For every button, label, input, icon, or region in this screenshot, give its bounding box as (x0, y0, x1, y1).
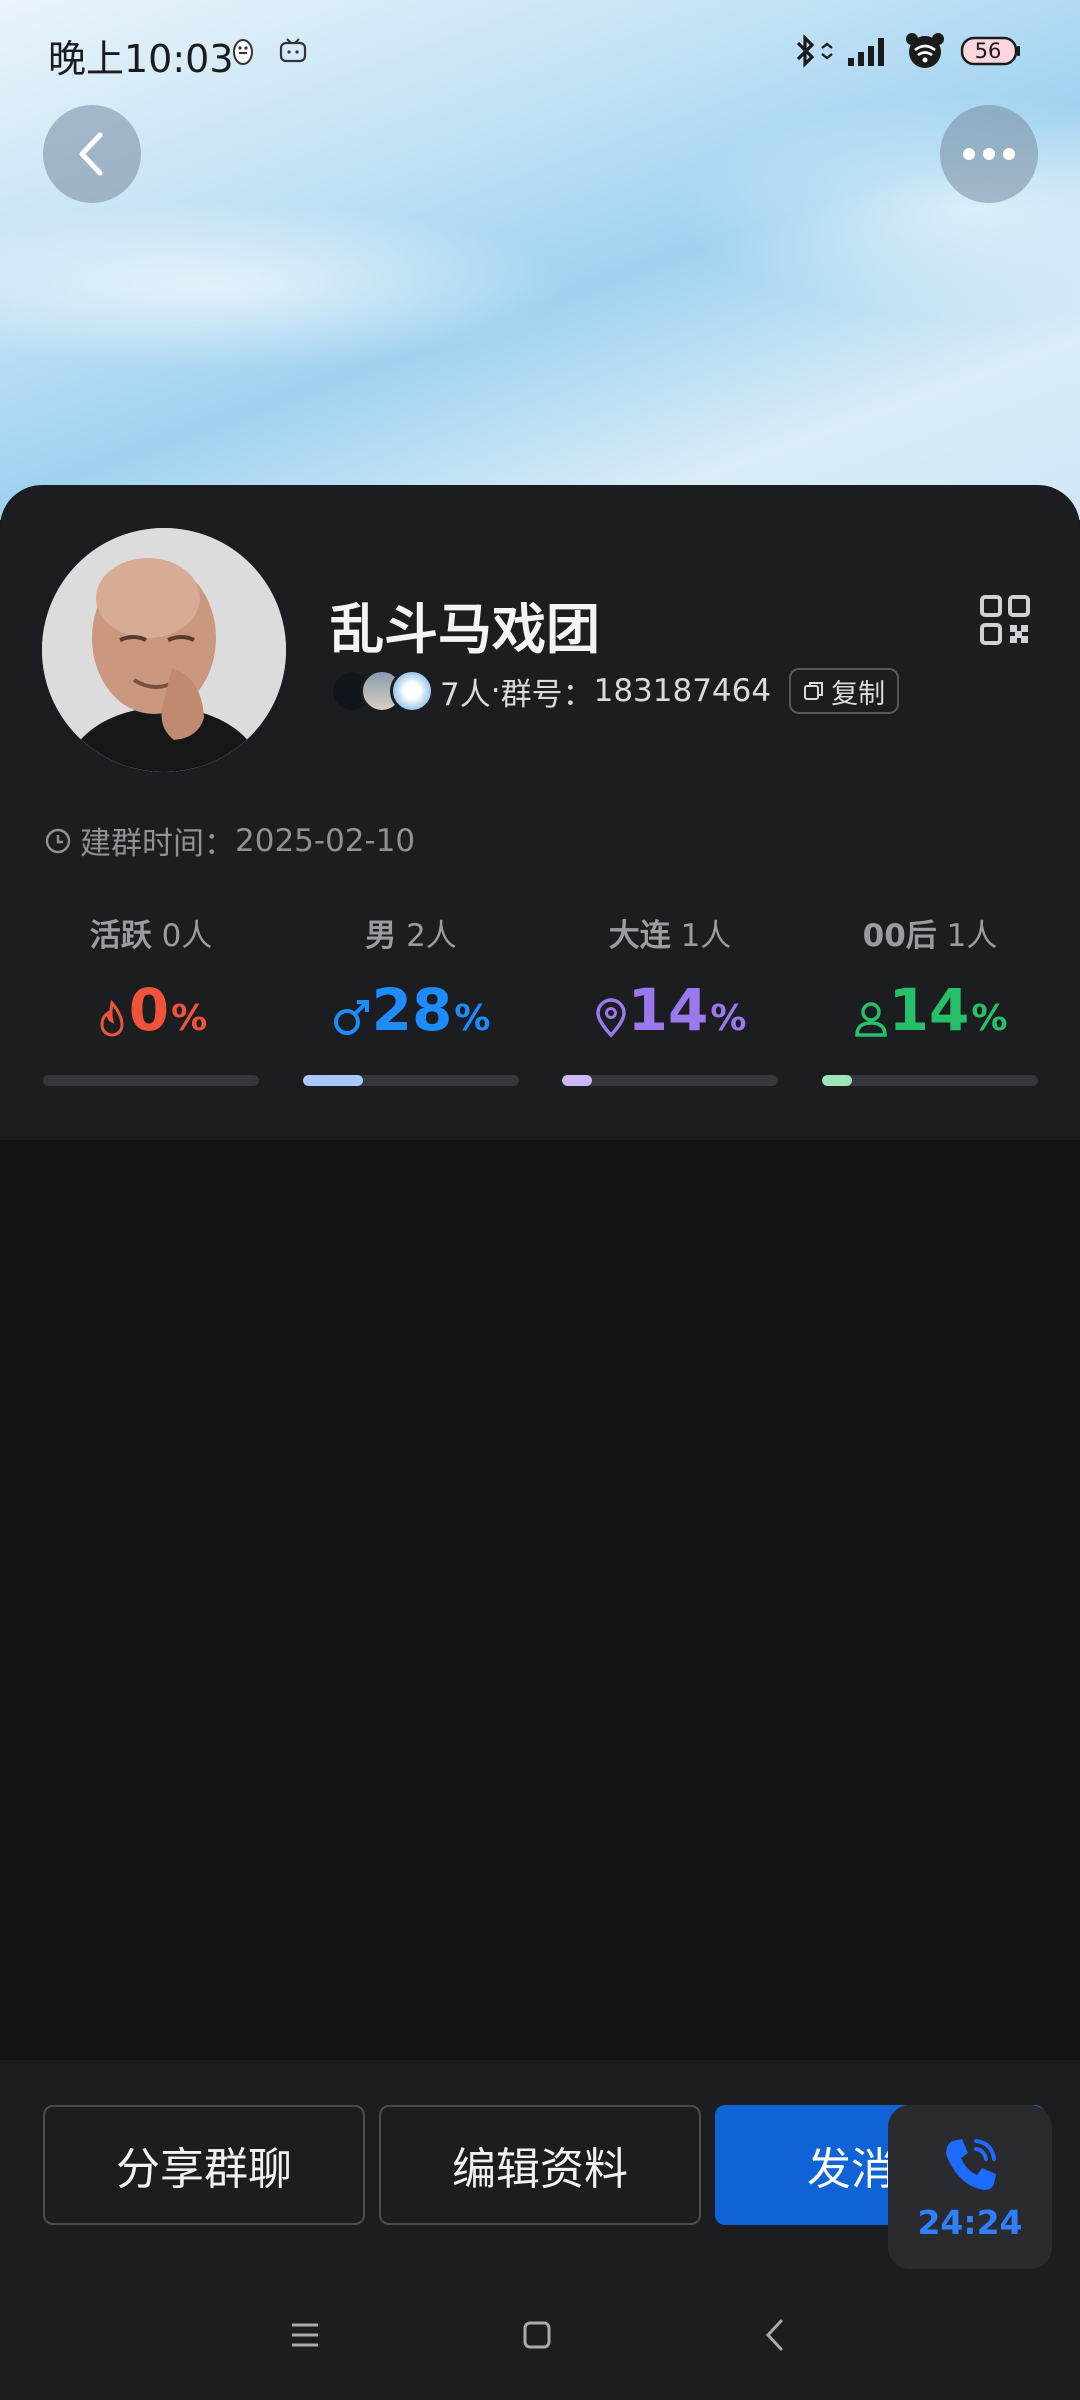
qr-code-icon (980, 595, 1030, 645)
member-avatar (390, 669, 434, 713)
location-pin-icon (595, 998, 626, 1038)
copy-label: 复制 (831, 678, 886, 710)
nav-home-button[interactable] (512, 2310, 562, 2360)
male-icon (333, 1000, 369, 1035)
created-date: 2025-02-10 (235, 822, 416, 859)
creation-date-row: 建群时间： 2025-02-10 (44, 818, 415, 863)
stat-active: 活跃 0人 0% (43, 910, 259, 1039)
call-duration: 24:24 (917, 2202, 1023, 2242)
back-chevron-icon (765, 2319, 783, 2351)
group-id-label: 群号： (500, 676, 594, 713)
stat-age: 00后 1人 14% (822, 910, 1038, 1039)
home-square-icon (523, 2321, 551, 2349)
stat-label: 男 (365, 918, 397, 954)
stat-unit: % (454, 998, 491, 1039)
stat-count: 2人 (406, 918, 457, 954)
group-id: 183187464 (593, 673, 772, 709)
share-group-button[interactable]: 分享群聊 (43, 2105, 365, 2225)
stat-unit: % (710, 998, 747, 1039)
signal-icon (846, 34, 888, 68)
phone-call-icon (946, 2138, 996, 2190)
back-button[interactable] (43, 105, 141, 203)
stat-label: 活跃 (89, 918, 152, 954)
battery-indicator: 56 (960, 34, 1022, 68)
edit-profile-button[interactable]: 编辑资料 (379, 2105, 701, 2225)
stat-count: 1人 (680, 918, 732, 954)
stat-bar-active (43, 1075, 259, 1086)
stat-bar-fill (822, 1075, 853, 1086)
more-options-button[interactable] (940, 105, 1038, 203)
qr-code-button[interactable] (980, 595, 1030, 645)
stat-bar-fill (562, 1075, 593, 1086)
tv-app-icon (278, 34, 308, 68)
nav-back-button[interactable] (750, 2310, 800, 2360)
fire-icon (100, 999, 124, 1037)
battery-level: 56 (974, 39, 1002, 63)
menu-icon (292, 2323, 318, 2347)
created-label: 建群时间： (80, 826, 235, 862)
stat-location: 大连 1人 14% (562, 910, 778, 1039)
clock-icon (45, 828, 71, 853)
stat-unit: % (171, 998, 208, 1039)
member-avatars[interactable] (330, 669, 434, 713)
bluetooth-icon (792, 34, 838, 68)
meta-separator: · (490, 673, 501, 709)
stat-male: 男 2人 28% (303, 910, 519, 1039)
stat-unit: % (971, 998, 1008, 1039)
chevron-left-icon (79, 132, 103, 176)
stat-value: 28 (371, 976, 453, 1044)
group-meta-row: 7人 · 群号： 183187464 复制 (330, 666, 900, 716)
stat-count: 1人 (946, 918, 998, 954)
nav-menu-button[interactable] (280, 2310, 330, 2360)
stat-bar-fill (303, 1075, 364, 1086)
stat-bar-age (822, 1075, 1038, 1086)
member-count: 7人 (440, 676, 491, 713)
copy-button[interactable]: 复制 (789, 668, 900, 714)
stat-label: 大连 (608, 918, 671, 954)
group-avatar[interactable] (42, 528, 286, 772)
stat-value: 14 (888, 976, 970, 1044)
stat-value: 14 (627, 976, 709, 1044)
group-profile-page: 晚上10:03 56 乱斗马戏团 7人 · 群号： 183187464 复制 建… (0, 0, 1080, 2400)
stat-value: 0 (128, 976, 170, 1044)
stat-count: 0人 (161, 918, 213, 954)
status-time: 晚上10:03 (48, 37, 234, 81)
stat-label: 00后 (862, 918, 937, 954)
person-icon (854, 1002, 887, 1037)
wifi-icon (904, 33, 946, 68)
floating-call-widget[interactable]: 24:24 (888, 2105, 1052, 2269)
group-name: 乱斗马戏团 (330, 598, 600, 661)
copy-icon (804, 682, 824, 700)
stat-bar-male (303, 1075, 519, 1086)
more-dots-icon (963, 148, 1015, 160)
status-bar: 晚上10:03 56 (0, 0, 1080, 110)
stat-bar-location (562, 1075, 778, 1086)
qq-penguin-icon (230, 34, 256, 68)
